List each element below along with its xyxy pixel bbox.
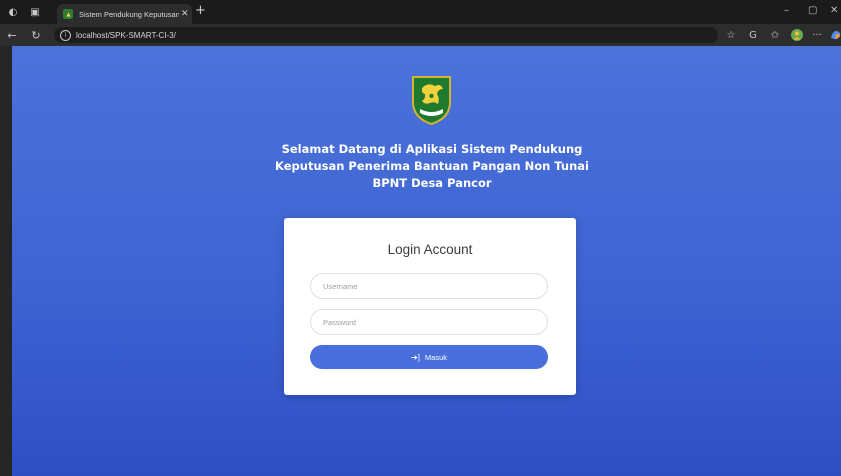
profile-icon[interactable] bbox=[790, 28, 804, 42]
browser-side-edge bbox=[0, 46, 12, 476]
welcome-line: Keputusan Penerima Bantuan Pangan Non Tu… bbox=[275, 159, 589, 173]
reload-icon[interactable]: ↻ bbox=[28, 27, 44, 43]
star-icon[interactable]: ☆ bbox=[724, 28, 738, 42]
close-window-icon[interactable]: ✕ bbox=[830, 5, 838, 16]
site-info-icon[interactable]: i bbox=[60, 29, 71, 41]
url-text: localhost/SPK-SMART-CI-3/ bbox=[76, 30, 176, 40]
password-input[interactable] bbox=[310, 309, 548, 335]
tab-title: Sistem Pendukung Keputusan Pe bbox=[79, 9, 179, 19]
username-input[interactable] bbox=[310, 273, 548, 299]
sign-in-icon: ➔] bbox=[410, 352, 420, 362]
welcome-heading: Selamat Datang di Aplikasi Sistem Penduk… bbox=[262, 141, 602, 192]
login-title: Login Account bbox=[387, 242, 473, 257]
minimize-icon[interactable]: – bbox=[784, 5, 789, 16]
login-page: Selamat Datang di Aplikasi Sistem Penduk… bbox=[12, 46, 841, 476]
back-arrow-icon[interactable]: ← bbox=[4, 27, 20, 43]
login-button[interactable]: ➔] Masuk bbox=[310, 345, 548, 369]
regency-emblem-logo bbox=[412, 76, 451, 126]
extension-icon[interactable]: G bbox=[746, 28, 760, 42]
tab-close-icon[interactable]: ✕ bbox=[181, 9, 189, 19]
welcome-line: Selamat Datang di Aplikasi Sistem Penduk… bbox=[281, 142, 583, 156]
more-icon[interactable]: ··· bbox=[810, 28, 824, 42]
browser-tab[interactable]: Sistem Pendukung Keputusan Pe ✕ bbox=[57, 4, 192, 24]
address-bar[interactable]: i localhost/SPK-SMART-CI-3/ bbox=[54, 27, 718, 43]
login-card: Login Account ➔] Masuk bbox=[284, 218, 576, 395]
maximize-icon[interactable]: ▢ bbox=[808, 5, 817, 16]
new-tab-icon[interactable]: + bbox=[195, 4, 206, 18]
login-button-label: Masuk bbox=[424, 352, 448, 362]
workspace-icon[interactable]: ◐ bbox=[6, 5, 20, 19]
tab-actions-icon[interactable]: ▣ bbox=[28, 5, 42, 19]
favorites-icon[interactable]: ✩ bbox=[768, 28, 782, 42]
browser-toolbar: ← ↻ i localhost/SPK-SMART-CI-3/ ☆ G ✩ ··… bbox=[0, 24, 841, 46]
copilot-icon[interactable] bbox=[829, 28, 841, 42]
tab-favicon-icon bbox=[63, 9, 73, 19]
browser-tab-strip: ◐ ▣ Sistem Pendukung Keputusan Pe ✕ + – … bbox=[0, 0, 841, 24]
welcome-line: BPNT Desa Pancor bbox=[372, 176, 492, 190]
